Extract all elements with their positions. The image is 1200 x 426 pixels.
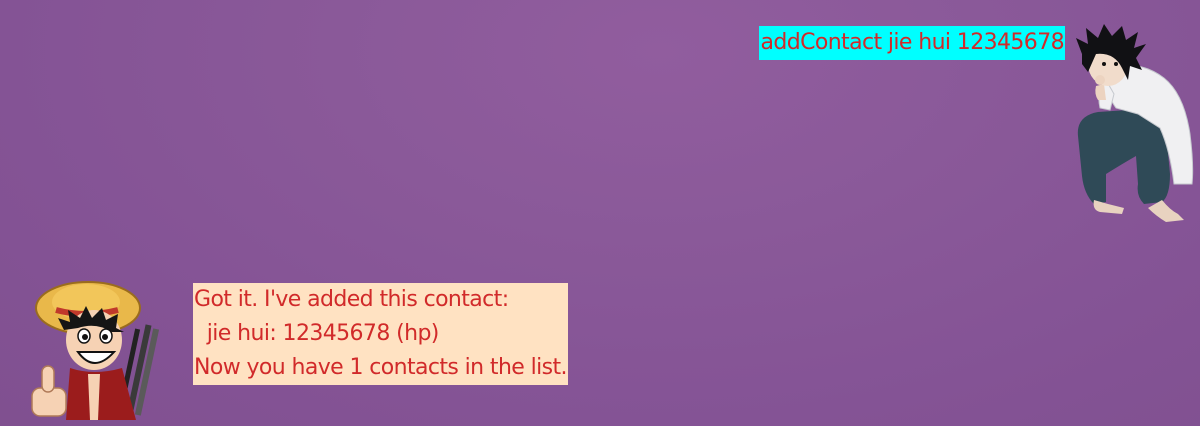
bot-message-line: Now you have 1 contacts in the list. (194, 355, 568, 380)
user-message-row: addContact jie hui 12345678 (0, 24, 1200, 224)
chat-area: addContact jie hui 12345678 Got it. I've… (0, 0, 1200, 426)
bot-avatar-icon (31, 281, 160, 420)
user-avatar-icon (1076, 24, 1194, 222)
bot-message-line: Got it. I've added this contact: (194, 287, 509, 312)
bot-message-row: Got it. I've added this contact: jie hui… (0, 280, 1200, 420)
bot-message-line: jie hui: 12345678 (hp) (194, 321, 440, 346)
user-message-bubble: addContact jie hui 12345678 (759, 26, 1065, 60)
bot-message-bubble: Got it. I've added this contact: jie hui… (193, 283, 568, 385)
